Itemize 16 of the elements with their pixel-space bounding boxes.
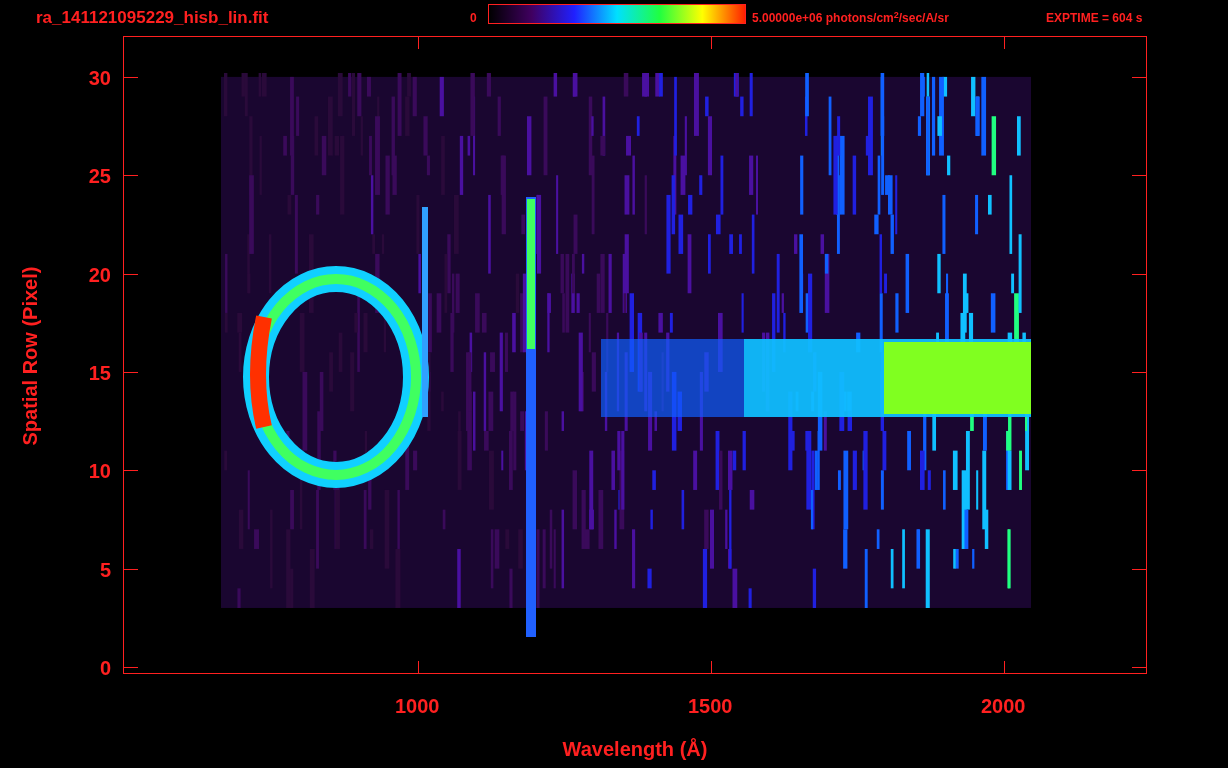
y-tick-label: 0 (99, 658, 111, 678)
file-title: ra_141121095229_hisb_lin.fit (36, 7, 270, 30)
x-axis-label: Wavelength (Å) (562, 737, 708, 762)
exposure-time: EXPTIME = 604 s (1046, 10, 1143, 27)
y-tick-label: 15 (88, 362, 111, 383)
y-tick-label: 25 (88, 166, 111, 187)
x-tick-label: 2000 (980, 696, 1026, 716)
y-tick-label: 30 (88, 67, 111, 88)
y-tick-label: 20 (88, 264, 111, 285)
x-tick-label: 1000 (394, 696, 440, 716)
colorbar-min-label: 0 (470, 10, 478, 27)
x-tick-label: 1500 (687, 696, 733, 716)
colorbar-max-label: 5.00000e+06 photons/cm$^{2}$/sec/A/sr (752, 9, 950, 27)
y-tick-label: 10 (88, 461, 111, 482)
y-tick-label: 5 (99, 559, 111, 580)
y-axis-label: Spatial Row (Pixel) (18, 266, 42, 446)
